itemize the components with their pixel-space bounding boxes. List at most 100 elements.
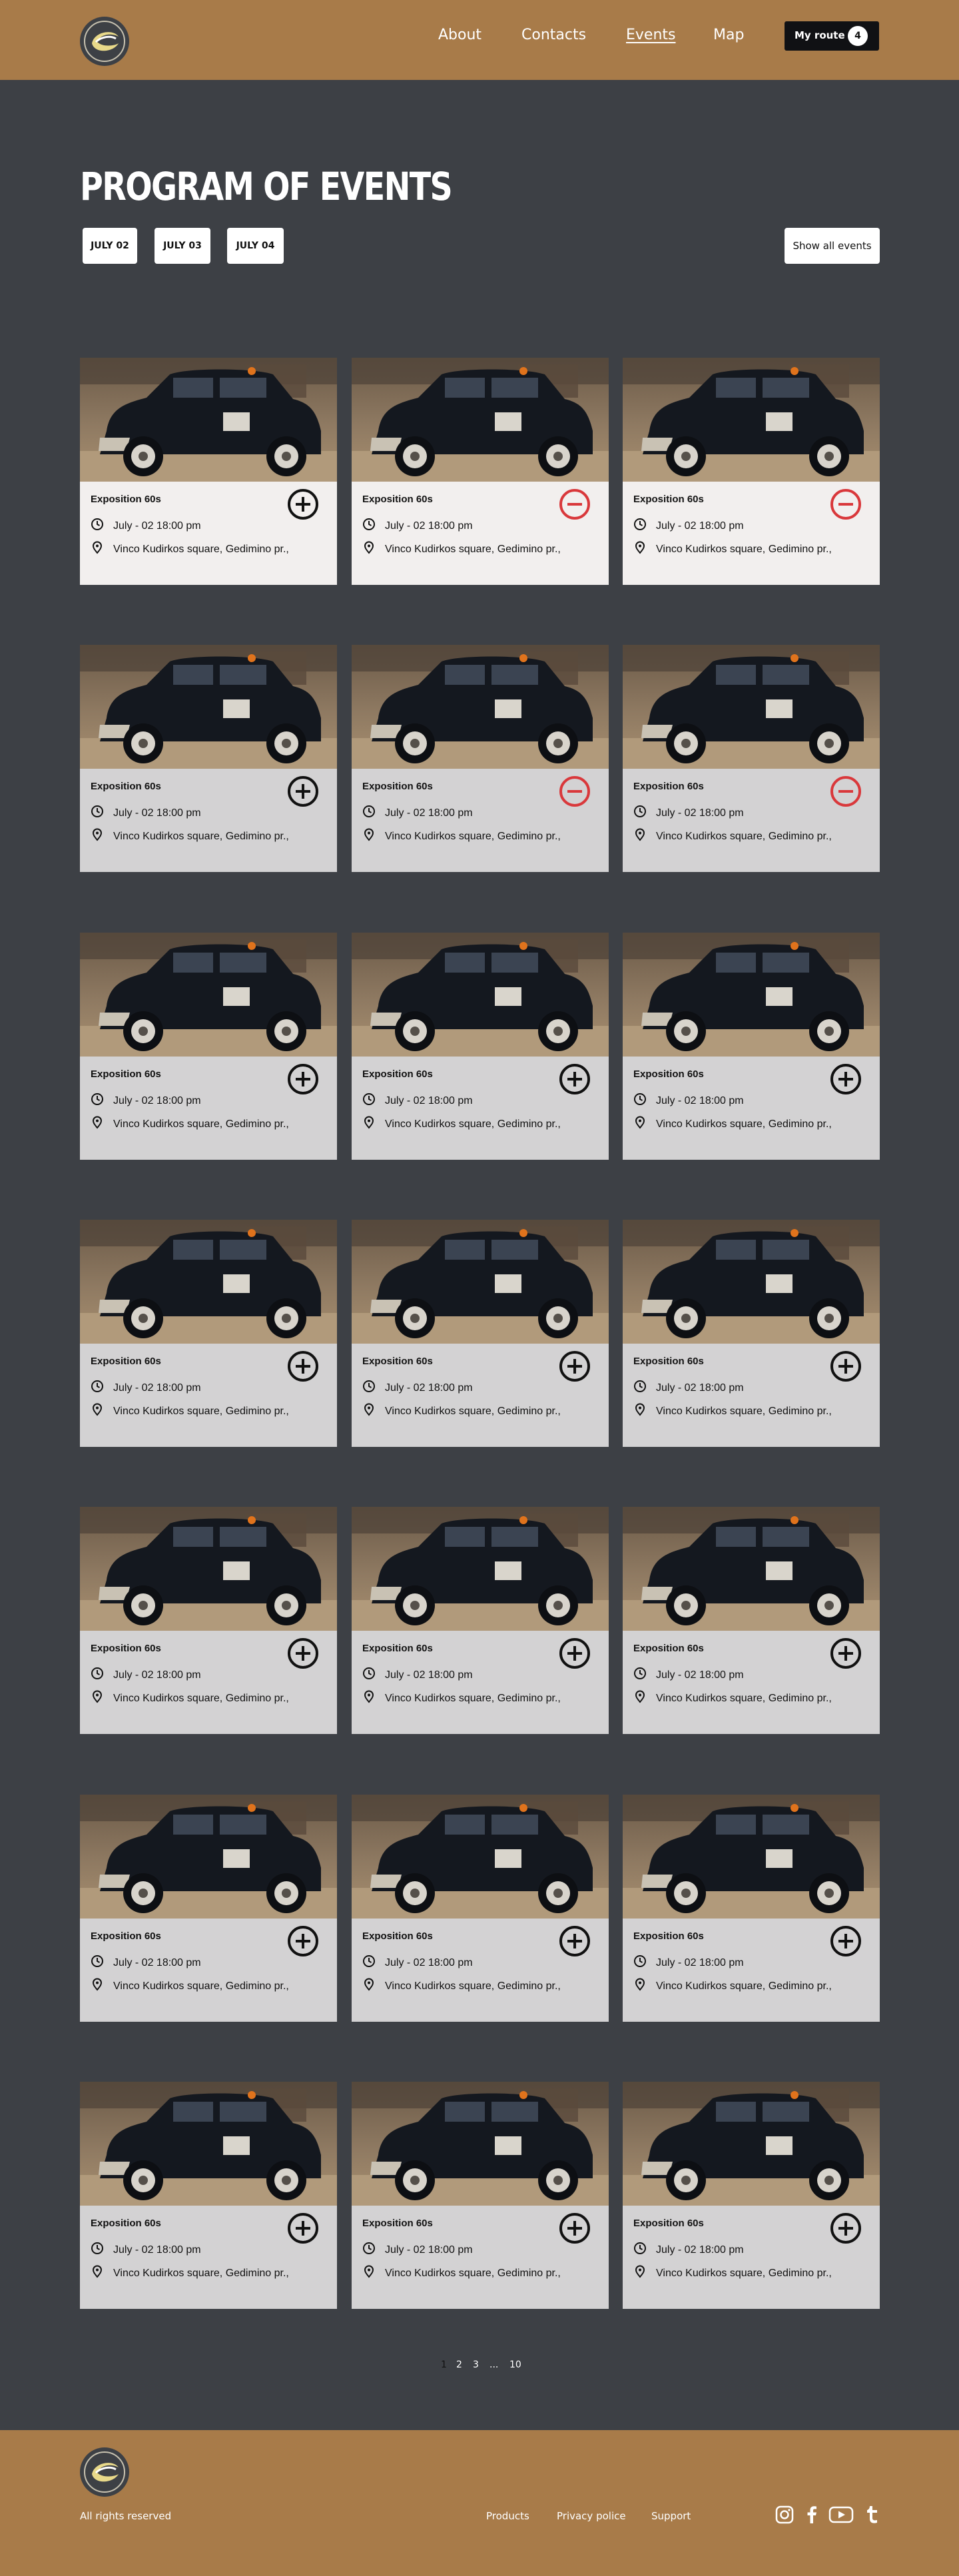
- event-time-text: July - 02 18:00 pm: [113, 1669, 201, 1681]
- date-filter-july-03[interactable]: JULY 03: [155, 228, 210, 264]
- event-card[interactable]: Exposition 60s July - 02 18:00 pm Vinco …: [623, 1220, 880, 1447]
- event-photo: [80, 1507, 337, 1631]
- event-location: Vinco Kudirkos square, Gedimino pr.,: [633, 1978, 832, 1994]
- youtube-icon[interactable]: [828, 2505, 854, 2528]
- nav-map[interactable]: Map: [713, 27, 744, 43]
- add-to-route-icon[interactable]: [558, 1637, 591, 1670]
- event-card[interactable]: Exposition 60s July - 02 18:00 pm Vinco …: [352, 358, 609, 585]
- event-location-text: Vinco Kudirkos square, Gedimino pr.,: [385, 2267, 561, 2279]
- event-card[interactable]: Exposition 60s July - 02 18:00 pm Vinco …: [352, 645, 609, 872]
- event-card[interactable]: Exposition 60s July - 02 18:00 pm Vinco …: [80, 645, 337, 872]
- event-time-text: July - 02 18:00 pm: [656, 807, 744, 819]
- date-filter-july-02[interactable]: JULY 02: [83, 228, 137, 264]
- event-title: Exposition 60s: [633, 2218, 704, 2229]
- event-card[interactable]: Exposition 60s July - 02 18:00 pm Vinco …: [623, 2082, 880, 2309]
- remove-from-route-icon[interactable]: [829, 488, 862, 521]
- event-card[interactable]: Exposition 60s July - 02 18:00 pm Vinco …: [623, 1507, 880, 1734]
- event-card[interactable]: Exposition 60s July - 02 18:00 pm Vinco …: [80, 2082, 337, 2309]
- nav-contacts[interactable]: Contacts: [521, 27, 586, 43]
- clock-icon: [633, 1667, 656, 1683]
- footer-link-products[interactable]: Products: [486, 2510, 529, 2522]
- event-card[interactable]: Exposition 60s July - 02 18:00 pm Vinco …: [80, 1507, 337, 1734]
- add-to-route-icon[interactable]: [558, 1350, 591, 1383]
- date-filter-july-04[interactable]: JULY 04: [227, 228, 284, 264]
- add-to-route-icon[interactable]: [286, 1637, 320, 1670]
- event-time: July - 02 18:00 pm: [91, 805, 201, 821]
- event-card[interactable]: Exposition 60s July - 02 18:00 pm Vinco …: [352, 1795, 609, 2022]
- location-pin-icon: [633, 541, 656, 558]
- event-location-text: Vinco Kudirkos square, Gedimino pr.,: [385, 830, 561, 842]
- logo[interactable]: [80, 17, 129, 66]
- page-1[interactable]: 1: [441, 2360, 447, 2370]
- event-time-text: July - 02 18:00 pm: [113, 520, 201, 532]
- event-card[interactable]: Exposition 60s July - 02 18:00 pm Vinco …: [623, 1795, 880, 2022]
- my-route-button[interactable]: My route 4: [785, 21, 879, 51]
- event-time: July - 02 18:00 pm: [633, 1380, 744, 1396]
- event-card[interactable]: Exposition 60s July - 02 18:00 pm Vinco …: [80, 358, 337, 585]
- event-title: Exposition 60s: [91, 1643, 161, 1654]
- event-title: Exposition 60s: [633, 1643, 704, 1654]
- page-3[interactable]: 3: [473, 2360, 479, 2370]
- event-location-text: Vinco Kudirkos square, Gedimino pr.,: [656, 1118, 832, 1130]
- location-pin-icon: [91, 1690, 113, 1707]
- event-location-text: Vinco Kudirkos square, Gedimino pr.,: [113, 1405, 289, 1417]
- footer-link-privacy[interactable]: Privacy police: [557, 2510, 626, 2522]
- location-pin-icon: [91, 1403, 113, 1420]
- event-time: July - 02 18:00 pm: [91, 1380, 201, 1396]
- event-card[interactable]: Exposition 60s July - 02 18:00 pm Vinco …: [80, 933, 337, 1160]
- event-card[interactable]: Exposition 60s July - 02 18:00 pm Vinco …: [623, 933, 880, 1160]
- site-footer: All rights reserved Products Privacy pol…: [0, 2430, 959, 2576]
- add-to-route-icon[interactable]: [286, 1063, 320, 1096]
- tumblr-icon[interactable]: [863, 2505, 882, 2528]
- event-time-text: July - 02 18:00 pm: [113, 1094, 201, 1106]
- clock-icon: [91, 518, 113, 534]
- show-all-events-button[interactable]: Show all events: [785, 228, 880, 264]
- add-to-route-icon[interactable]: [829, 2212, 862, 2245]
- nav-events[interactable]: Events: [626, 27, 676, 43]
- add-to-route-icon[interactable]: [286, 488, 320, 521]
- add-to-route-icon[interactable]: [829, 1350, 862, 1383]
- event-card[interactable]: Exposition 60s July - 02 18:00 pm Vinco …: [352, 2082, 609, 2309]
- page-2[interactable]: 2: [456, 2360, 462, 2370]
- event-title: Exposition 60s: [91, 1069, 161, 1080]
- event-card[interactable]: Exposition 60s July - 02 18:00 pm Vinco …: [352, 1220, 609, 1447]
- event-title: Exposition 60s: [362, 494, 433, 505]
- remove-from-route-icon[interactable]: [558, 488, 591, 521]
- instagram-icon[interactable]: [775, 2505, 795, 2528]
- event-location: Vinco Kudirkos square, Gedimino pr.,: [633, 541, 832, 558]
- add-to-route-icon[interactable]: [558, 2212, 591, 2245]
- footer-logo[interactable]: [80, 2447, 129, 2497]
- add-to-route-icon[interactable]: [558, 1063, 591, 1096]
- event-photo: [80, 2082, 337, 2206]
- event-title: Exposition 60s: [633, 1069, 704, 1080]
- event-location: Vinco Kudirkos square, Gedimino pr.,: [633, 2265, 832, 2282]
- event-card[interactable]: Exposition 60s July - 02 18:00 pm Vinco …: [623, 645, 880, 872]
- event-location: Vinco Kudirkos square, Gedimino pr.,: [91, 1690, 289, 1707]
- add-to-route-icon[interactable]: [286, 775, 320, 808]
- page-10[interactable]: 10: [509, 2360, 521, 2370]
- add-to-route-icon[interactable]: [558, 1925, 591, 1958]
- nav-about[interactable]: About: [438, 27, 481, 43]
- event-time-text: July - 02 18:00 pm: [385, 807, 473, 819]
- event-card[interactable]: Exposition 60s July - 02 18:00 pm Vinco …: [80, 1220, 337, 1447]
- add-to-route-icon[interactable]: [829, 1925, 862, 1958]
- event-location-text: Vinco Kudirkos square, Gedimino pr.,: [656, 1980, 832, 1992]
- remove-from-route-icon[interactable]: [558, 775, 591, 808]
- add-to-route-icon[interactable]: [286, 1350, 320, 1383]
- event-time: July - 02 18:00 pm: [362, 1380, 473, 1396]
- remove-from-route-icon[interactable]: [829, 775, 862, 808]
- add-to-route-icon[interactable]: [286, 1925, 320, 1958]
- add-to-route-icon[interactable]: [286, 2212, 320, 2245]
- facebook-icon[interactable]: [802, 2505, 822, 2528]
- event-card[interactable]: Exposition 60s July - 02 18:00 pm Vinco …: [352, 1507, 609, 1734]
- event-time: July - 02 18:00 pm: [362, 1092, 473, 1109]
- event-card[interactable]: Exposition 60s July - 02 18:00 pm Vinco …: [623, 358, 880, 585]
- add-to-route-icon[interactable]: [829, 1063, 862, 1096]
- event-card[interactable]: Exposition 60s July - 02 18:00 pm Vinco …: [352, 933, 609, 1160]
- event-card[interactable]: Exposition 60s July - 02 18:00 pm Vinco …: [80, 1795, 337, 2022]
- footer-link-support[interactable]: Support: [651, 2510, 691, 2522]
- event-time-text: July - 02 18:00 pm: [113, 807, 201, 819]
- event-location: Vinco Kudirkos square, Gedimino pr.,: [91, 1116, 289, 1132]
- add-to-route-icon[interactable]: [829, 1637, 862, 1670]
- event-time-text: July - 02 18:00 pm: [113, 1382, 201, 1394]
